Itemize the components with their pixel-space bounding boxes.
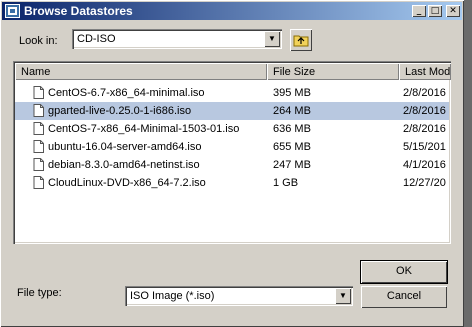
chevron-down-icon: ▼	[268, 34, 276, 43]
file-type-label: File type:	[17, 287, 62, 299]
column-header-file-size[interactable]: File Size	[267, 63, 399, 80]
file-modified: 2/8/2016	[403, 87, 446, 99]
chevron-down-icon: ▼	[339, 291, 347, 300]
file-size: 655 MB	[273, 141, 311, 153]
folder-up-icon	[293, 35, 309, 47]
file-name: debian-8.3.0-amd64-netinst.iso	[48, 159, 200, 171]
table-row[interactable]: CloudLinux-DVD-x86_64-7.2.iso 1 GB 12/27/2…	[15, 174, 449, 192]
file-icon	[33, 140, 44, 153]
ok-button[interactable]: OK	[360, 260, 448, 284]
background-strip	[464, 0, 472, 327]
file-modified: 12/27/20	[403, 177, 446, 189]
column-header-name[interactable]: Name	[15, 63, 267, 80]
vsphere-app-icon	[5, 4, 20, 18]
title-bar[interactable]: Browse Datastores _ □ ✕	[2, 2, 462, 20]
cancel-button[interactable]: Cancel	[361, 286, 447, 308]
look-in-label: Look in:	[19, 35, 58, 47]
file-name: CentOS-7-x86_64-Minimal-1503-01.iso	[48, 123, 240, 135]
column-header-last-modified[interactable]: Last Mod	[399, 63, 451, 80]
up-one-level-button[interactable]	[290, 29, 312, 51]
file-name: ubuntu-16.04-server-amd64.iso	[48, 141, 202, 153]
file-size: 636 MB	[273, 123, 311, 135]
file-type-dropdown-button[interactable]: ▼	[335, 288, 351, 304]
look-in-value: CD-ISO	[77, 33, 116, 45]
file-icon	[33, 104, 44, 117]
file-icon	[33, 158, 44, 171]
minimize-icon: _	[416, 6, 422, 16]
file-name: gparted-live-0.25.0-1-i686.iso	[48, 105, 192, 117]
look-in-dropdown-button[interactable]: ▼	[264, 31, 280, 47]
window-title: Browse Datastores	[24, 4, 133, 18]
file-icon	[33, 176, 44, 189]
file-name: CloudLinux-DVD-x86_64-7.2.iso	[48, 177, 206, 189]
maximize-icon: □	[430, 6, 440, 16]
close-icon: ✕	[449, 6, 457, 16]
file-size: 1 GB	[273, 177, 299, 189]
file-type-combo[interactable]: ISO Image (*.iso) ▼	[125, 286, 353, 306]
file-modified: 2/8/2016	[403, 105, 446, 117]
file-size: 247 MB	[273, 159, 311, 171]
file-name: CentOS-6.7-x86_64-minimal.iso	[48, 87, 205, 99]
table-row[interactable]: gparted-live-0.25.0-1-i686.iso 264 MB 2/8/…	[15, 102, 449, 120]
file-modified: 2/8/2016	[403, 123, 446, 135]
file-modified: 4/1/2016	[403, 159, 446, 171]
file-modified: 5/15/201	[403, 141, 446, 153]
close-button[interactable]: ✕	[446, 5, 460, 17]
look-in-combo[interactable]: CD-ISO ▼	[72, 29, 282, 49]
file-type-value: ISO Image (*.iso)	[130, 290, 215, 302]
browse-datastores-dialog: Browse Datastores _ □ ✕ Look in: CD-ISO …	[0, 0, 464, 327]
file-size: 395 MB	[273, 87, 311, 99]
minimize-button[interactable]: _	[412, 5, 426, 17]
file-size: 264 MB	[273, 105, 311, 117]
table-row[interactable]: ubuntu-16.04-server-amd64.iso 655 MB 5/15/…	[15, 138, 449, 156]
maximize-button[interactable]: □	[428, 5, 442, 17]
file-icon	[33, 122, 44, 135]
table-row[interactable]: debian-8.3.0-amd64-netinst.iso 247 MB 4/1/…	[15, 156, 449, 174]
file-icon	[33, 86, 44, 99]
file-list[interactable]: Name File Size Last Mod CentOS-6.7-x86_6…	[13, 61, 451, 244]
table-row[interactable]: CentOS-6.7-x86_64-minimal.iso 395 MB 2/8/2…	[15, 84, 449, 102]
table-row[interactable]: CentOS-7-x86_64-Minimal-1503-01.iso 636 M…	[15, 120, 449, 138]
